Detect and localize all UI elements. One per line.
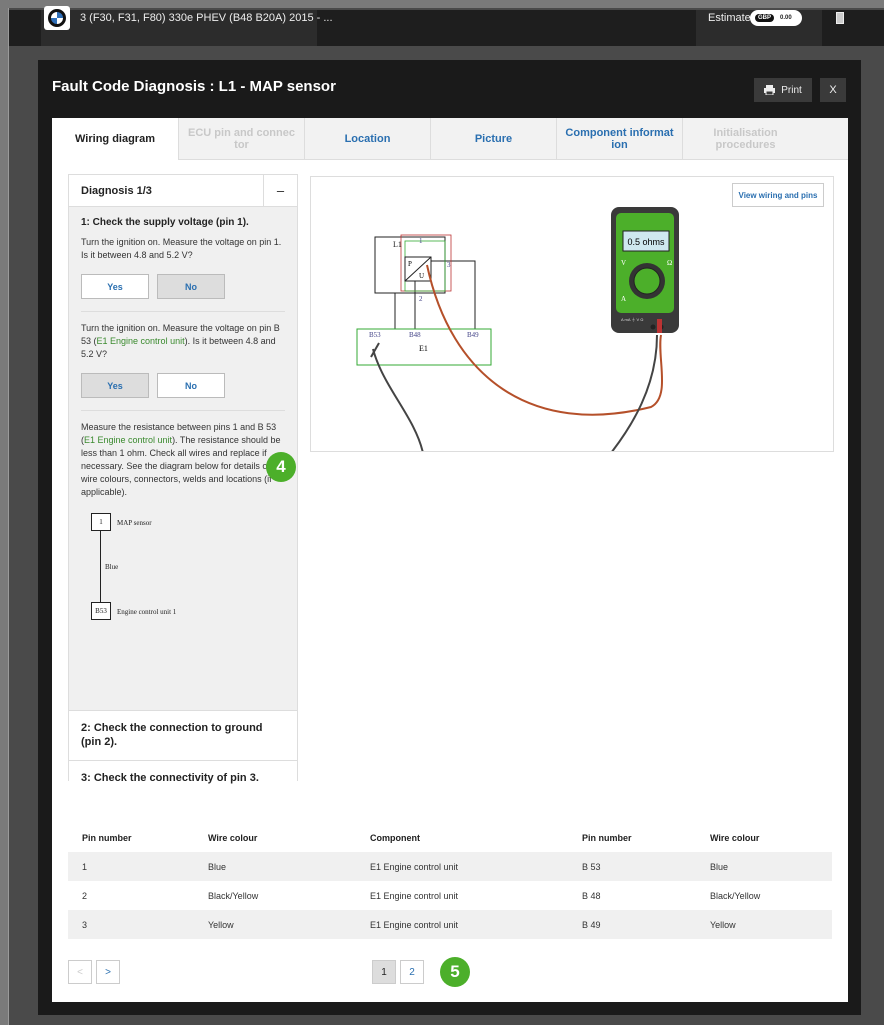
fault-code-modal: Fault Code Diagnosis : L1 - MAP sensor P… [38,60,861,1015]
col-wire-colour-2: Wire colour [710,833,760,843]
mini-ecu-label: Engine control unit 1 [117,608,177,616]
step-badge-5: 5 [440,957,470,987]
question-2: Turn the ignition on. Measure the voltag… [81,323,280,359]
label-l1: L1 [393,240,402,249]
col-pin-number-2: Pin number [582,833,632,843]
q2-yes-button[interactable]: Yes [81,373,149,398]
tab-location[interactable]: Location [304,118,430,160]
diagnosis-step-3[interactable]: 3: Check the connectivity of pin 3. [69,760,297,794]
col-wire-colour: Wire colour [208,833,258,843]
diagnosis-title: Diagnosis 1/3 [81,184,152,197]
ecu-link[interactable]: E1 Engine control unit [84,435,172,445]
table-row: 1 Blue E1 Engine control unit B 53 Blue [68,852,832,881]
currency-badge: GBP [755,14,775,22]
wiring-diagram: L1 1 2 3 P U B53 B48 B49 E1 0.5 ohms V Ω… [356,207,679,451]
table-pager-arrows: < > [68,960,120,984]
label-b53: B53 [369,331,381,339]
label-pin3: 3 [447,261,451,269]
estimate-total[interactable]: GBP 0.00 [750,10,802,26]
print-label: Print [781,84,802,96]
content-panel: Wiring diagram ECU pin and connec tor Lo… [52,118,848,1002]
vehicle-title: 3 (F30, F31, F80) 330e PHEV (B48 B20A) 2… [80,12,333,24]
close-button[interactable]: X [820,78,846,102]
wiring-diagram-panel: L1 1 2 3 P U B53 B48 B49 E1 0.5 ohms V Ω… [310,176,834,452]
view-wiring-and-pins-button[interactable]: View wiring and pins [732,183,824,207]
diagnosis-step-2[interactable]: 2: Check the connection to ground (pin 2… [69,710,297,760]
mini-wiring-diagram: 1 MAP sensor Blue B53 Engine control uni… [81,509,285,629]
label-u: U [419,272,424,280]
label-e1: E1 [419,344,428,353]
modal-title: Fault Code Diagnosis : L1 - MAP sensor [52,78,336,95]
diagnosis-step-1: 1: Check the supply voltage (pin 1). Tur… [69,207,297,710]
meter-a: A [621,295,626,303]
next-page-button[interactable]: > [96,960,120,984]
bmw-logo [44,6,70,30]
label-pin2: 2 [419,295,423,303]
meter-omega: Ω [667,259,672,267]
label-p: P [408,260,412,268]
tab-bar: Wiring diagram ECU pin and connec tor Lo… [52,118,848,160]
tab-initialisation-procedures: Initialisation procedures [682,118,808,160]
prev-page-button[interactable]: < [68,960,92,984]
table-row: 2 Black/Yellow E1 Engine control unit B 48 B… [82,890,761,901]
step-badge-4: 4 [266,452,296,482]
q1-no-button[interactable]: No [157,274,225,299]
diagnosis-header: Diagnosis 1/3 – [69,174,297,207]
label-b49: B49 [467,331,479,339]
label-b48: B48 [409,331,421,339]
page-numbers: 1 2 [372,960,424,984]
col-component: Component [370,833,420,843]
printer-icon [764,85,776,95]
estimate-amount: 0.00 [780,15,792,21]
estimate-label: Estimate [708,12,751,24]
ecu-link[interactable]: E1 Engine control unit [97,336,185,346]
instruction-text: Measure the resistance between pins 1 an… [81,422,281,497]
question-1: Turn the ignition on. Measure the voltag… [81,237,282,260]
mini-pin-2: B53 [91,602,111,620]
col-pin-number: Pin number [82,833,132,843]
step-1-heading: 1: Check the supply voltage (pin 1). [81,217,249,228]
meter-v: V [621,259,626,267]
pin-table: Pin number Wire colour Component Pin num… [68,824,832,939]
table-row: 3 Yellow E1 Engine control unit B 49 Yellow [68,910,832,939]
mini-pin-1: 1 [91,513,111,531]
mini-sensor-label: MAP sensor [117,519,152,527]
page-2-button[interactable]: 2 [400,960,424,984]
calculator-icon[interactable] [836,12,844,24]
mini-wire-label: Blue [105,563,119,571]
tab-ecu-pin-connector: ECU pin and connec tor [178,118,304,160]
meter-reading: 0.5 ohms [627,237,665,247]
table-header-row: Pin number Wire colour Component Pin num… [68,824,832,852]
page-1-button[interactable]: 1 [372,960,396,984]
q1-yes-button[interactable]: Yes [81,274,149,299]
print-button[interactable]: Print [754,78,812,102]
q2-no-button[interactable]: No [157,373,225,398]
tab-picture[interactable]: Picture [430,118,556,160]
tab-wiring-diagram[interactable]: Wiring diagram [52,118,178,160]
label-pin1: 1 [419,237,423,245]
diagnosis-panel: Diagnosis 1/3 – 1: Check the supply volt… [68,174,298,794]
meter-ports: A mA ⏚ V Ω [621,316,643,322]
tab-component-information[interactable]: Component informat ion [556,118,682,160]
collapse-button[interactable]: – [263,174,297,207]
